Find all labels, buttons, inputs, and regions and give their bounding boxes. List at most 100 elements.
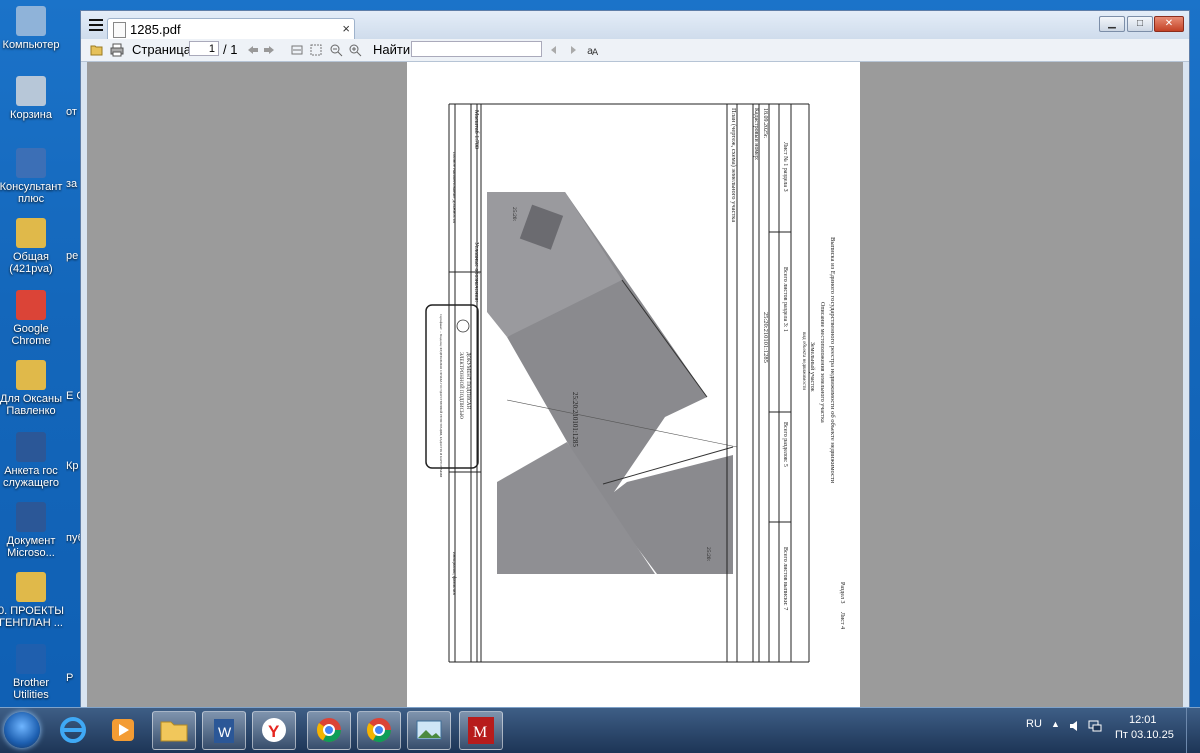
desktop-icon-image [16, 432, 46, 462]
cad-label: Кадастровый номер: [753, 108, 760, 161]
desktop-icon-label: Brother Utilities [12, 677, 50, 701]
volume-icon[interactable] [1068, 719, 1082, 733]
taskbar-ie[interactable] [52, 711, 94, 748]
doc-header-line2: Описание местоположения земельного участ… [819, 302, 825, 423]
desktop-icon-label: Анкета гос служащего [3, 465, 59, 489]
plan-title: План (чертеж, схема) земельного участка [730, 108, 737, 222]
zoom-in-icon[interactable] [348, 43, 362, 57]
desktop-icon-label: Корзина [10, 109, 52, 121]
print-icon[interactable] [110, 43, 124, 57]
desktop-icon-label: Google Chrome [11, 323, 51, 347]
taskbar-explorer[interactable] [152, 711, 196, 750]
document-viewport[interactable]: Выписка из Единого государственного реес… [87, 62, 1183, 710]
hamburger-icon[interactable] [89, 19, 103, 31]
find-prev-icon[interactable] [547, 43, 561, 57]
tab-close-icon[interactable]: × [342, 21, 350, 36]
desktop-icon-label: Для Оксаны Павленко [0, 393, 62, 417]
neighbor-top-label: 25:20: [511, 207, 517, 222]
zoom-out-icon[interactable] [329, 43, 343, 57]
desktop-icon-label: 0. ПРОЕКТЫ ГЕНПЛАН ... [0, 605, 64, 629]
signature-caption: инициалы, фамилия [451, 552, 456, 595]
desktop-icon-label-partial: Е С [66, 390, 80, 402]
folder-icon [160, 721, 188, 742]
word-icon: W [214, 719, 234, 743]
clock-time[interactable]: 12:01 [1129, 714, 1157, 726]
clock-date[interactable]: Пт 03.10.25 [1115, 729, 1174, 741]
show-desktop-button[interactable] [1186, 708, 1199, 753]
desktop-icon-label: Документ Microsо... [6, 535, 56, 559]
desktop-icon[interactable]: Google Chrome [0, 290, 64, 347]
scale: Масштаб 1:700 [473, 110, 480, 149]
stamp-line1: ДОКУМЕНТ ПОДПИСАН [465, 352, 470, 410]
desktop-icon-label-partial: Кр [66, 460, 79, 472]
desktop-icon[interactable]: Brother Utilities [0, 644, 64, 701]
start-button[interactable] [4, 712, 40, 748]
desktop-icon[interactable]: Анкета гос служащего [0, 432, 64, 489]
pdf-page: Выписка из Единого государственного реес… [407, 62, 860, 710]
close-button[interactable]: ✕ [1154, 16, 1184, 32]
object-type-caption: вид объекта недвижимости [801, 332, 806, 390]
desktop-icon[interactable]: Корзина [0, 76, 64, 121]
date: 18.09.2025г. [762, 108, 768, 139]
desktop-icon[interactable]: Общая (421pva) [0, 218, 64, 275]
desktop-icon[interactable]: 0. ПРОЕКТЫ ГЕНПЛАН ... [0, 572, 64, 629]
desktop-icon-label-partial: Р [66, 672, 74, 684]
next-page-icon[interactable] [263, 43, 277, 57]
desktop-icon-image [16, 76, 46, 106]
language-indicator[interactable]: RU [1026, 718, 1042, 730]
page-number-input[interactable]: 1 [189, 41, 219, 56]
svg-text:M: M [473, 724, 487, 741]
toolbar: Страница: 1 / 1 Найти: aA [81, 39, 1189, 62]
pdf-viewer-window: 1285.pdf × ▁ □ ✕ Страница: 1 / 1 Найти: … [80, 10, 1190, 714]
taskbar-pdf-viewer[interactable]: M [459, 711, 503, 750]
cell-total-sections: Всего разделов: 5 [782, 422, 788, 467]
desktop-icon-image [16, 644, 46, 674]
minimize-button[interactable]: ▁ [1099, 16, 1125, 32]
tray-expand-icon[interactable]: ▲ [1051, 719, 1060, 729]
desktop-icon-image [16, 218, 46, 248]
sheet-label: Лист 4 [839, 612, 845, 629]
desktop-icon-image [16, 572, 46, 602]
find-input[interactable] [411, 41, 542, 57]
object-type: Земельный участок [809, 342, 816, 392]
prev-page-icon[interactable] [245, 43, 259, 57]
chrome-icon [316, 718, 341, 743]
desktop-icon-label-partial: пуб [66, 532, 80, 544]
desktop-icon[interactable]: Для Оксаны Павленко [0, 360, 64, 417]
desktop-icon-label-partial: ре утв [66, 250, 80, 262]
pdf-file-icon [113, 22, 126, 38]
taskbar-chrome-2[interactable] [357, 711, 401, 750]
taskbar-image-viewer[interactable] [407, 711, 451, 750]
tab-document[interactable]: 1285.pdf × [107, 18, 355, 40]
taskbar-yandex[interactable]: Y [252, 711, 296, 750]
taskbar-word[interactable]: W [202, 711, 246, 750]
desktop-icon-label: Общая (421pva) [9, 251, 53, 275]
emblem-icon [456, 319, 470, 333]
section-label: Раздел 3 [839, 582, 845, 603]
desktop-icon[interactable]: Документ Microsо... [0, 502, 64, 559]
position-caption: полное наименование должности [451, 152, 456, 223]
desktop-icon-image [16, 502, 46, 532]
network-icon[interactable] [1088, 719, 1102, 733]
cell-total-sheets-extract: Всего листов выписки: 7 [782, 547, 788, 610]
find-next-icon[interactable] [566, 43, 580, 57]
svg-text:A: A [592, 48, 599, 57]
desktop-icon-image [16, 290, 46, 320]
taskbar-media-player[interactable] [102, 711, 144, 748]
open-icon[interactable] [90, 43, 104, 57]
desktop-icon-label: Компьютер [2, 39, 60, 51]
maximize-button[interactable]: □ [1127, 16, 1153, 32]
chrome-icon [366, 718, 391, 743]
fit-page-icon[interactable] [309, 43, 323, 57]
desktop-icon[interactable]: Компьютер [0, 6, 64, 51]
fit-width-icon[interactable] [290, 43, 304, 57]
desktop-icon-label: Консультант плюс [0, 181, 63, 205]
find-options-icon[interactable]: aA [586, 43, 600, 57]
svg-text:W: W [218, 724, 232, 740]
desktop-icon-image [16, 360, 46, 390]
media-player-icon [112, 719, 134, 741]
desktop-icon[interactable]: Консультант плюс [0, 148, 64, 205]
doc-header-line1: Выписка из Единого государственного реес… [829, 237, 836, 484]
parcel-label: 25:20:210101:1285 [571, 392, 579, 447]
taskbar-chrome-1[interactable] [307, 711, 351, 750]
